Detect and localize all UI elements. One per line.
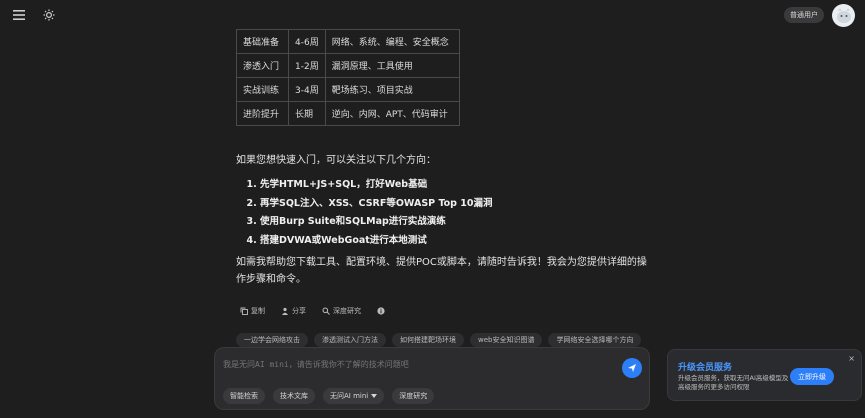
promo-description: 升级会员服务，获取无问AI高级模型及高级服务的更多访问权限 <box>678 374 789 391</box>
input-tools: 智能检索 技术文库 无问AI mini 深度研究 <box>223 388 435 404</box>
table-cell: 靶场练习、项目实战 <box>324 77 460 102</box>
chat-input-box: 智能检索 技术文库 无问AI mini 深度研究 <box>214 347 650 410</box>
user-badge[interactable]: 普通用户 <box>784 7 824 23</box>
table-cell: 渗透入门 <box>236 53 289 78</box>
copy-button[interactable]: 复制 <box>240 306 265 316</box>
table-cell: 1-2周 <box>288 53 326 78</box>
top-bar: 普通用户 <box>0 0 865 30</box>
copy-icon <box>240 307 248 315</box>
suggestion-chip[interactable]: 如何搭建靶场环境 <box>392 333 464 347</box>
list-item: 再学SQL注入、XSS、CSRF等OWASP Top 10漏洞 <box>260 195 656 214</box>
close-icon[interactable]: × <box>848 354 855 363</box>
message-closing: 如需我帮助您下载工具、配置环境、提供POC或脚本，请随时告诉我！我会为您提供详细… <box>236 257 647 285</box>
promo-title: 升级会员服务 <box>678 363 733 373</box>
table-cell: 逆向、内网、APT、代码审计 <box>324 101 460 126</box>
table-cell: 4-6周 <box>288 29 326 54</box>
sun-icon[interactable] <box>40 6 58 24</box>
suggestion-chip[interactable]: 一边学会网络攻击 <box>236 333 308 347</box>
upgrade-promo-card: 升级会员服务 升级会员服务，获取无问AI高级模型及高级服务的更多访问权限 立即升… <box>667 349 862 401</box>
suggestion-chip[interactable]: web安全知识图谱 <box>470 333 543 347</box>
deep-research-label: 深度研究 <box>333 307 361 315</box>
avatar-icon[interactable] <box>832 3 855 27</box>
menu-icon[interactable] <box>10 6 28 24</box>
info-icon[interactable] <box>377 307 385 315</box>
table-cell: 进阶提升 <box>236 101 289 126</box>
table-cell: 3-4周 <box>288 77 326 102</box>
list-item: 先学HTML+JS+SQL，打好Web基础 <box>260 176 656 195</box>
table-cell: 实战训练 <box>236 77 289 102</box>
model-select[interactable]: 无问AI mini <box>323 388 385 404</box>
list-item: 使用Burp Suite和SQLMap进行实战演练 <box>260 213 656 232</box>
suggestion-chip[interactable]: 渗透测试入门方法 <box>314 333 386 347</box>
tech-library-button[interactable]: 技术文库 <box>273 388 315 404</box>
copy-label: 复制 <box>251 307 265 315</box>
steps-list: 先学HTML+JS+SQL，打好Web基础 再学SQL注入、XSS、CSRF等O… <box>236 176 656 250</box>
table-cell: 基础准备 <box>236 29 289 54</box>
send-icon[interactable] <box>622 358 642 378</box>
table-cell: 漏洞原理、工具使用 <box>324 53 460 78</box>
table-row: 进阶提升 长期 逆向、内网、APT、代码审计 <box>236 101 460 126</box>
share-label: 分享 <box>292 307 306 315</box>
model-select-label: 无问AI mini <box>330 392 369 400</box>
table-cell: 网络、系统、编程、安全概念 <box>324 29 460 54</box>
deep-research-button[interactable]: 深度研究 <box>322 306 361 316</box>
table-row: 实战训练 3-4周 靶场练习、项目实战 <box>236 77 460 102</box>
chat-input[interactable] <box>223 360 603 369</box>
share-button[interactable]: 分享 <box>281 306 306 316</box>
suggestion-chip[interactable]: 学网络安全选择哪个方向 <box>548 333 642 347</box>
learning-plan-table: 基础准备 4-6周 网络、系统、编程、安全概念 渗透入门 1-2周 漏洞原理、工… <box>236 29 460 126</box>
smart-search-button[interactable]: 智能检索 <box>223 388 265 404</box>
share-icon <box>282 307 288 315</box>
message-actions: 复制 分享 深度研究 <box>240 306 385 316</box>
table-row: 基础准备 4-6周 网络、系统、编程、安全概念 <box>236 29 460 54</box>
suggestion-chips: 一边学会网络攻击 渗透测试入门方法 如何搭建靶场环境 web安全知识图谱 学网络… <box>236 333 642 347</box>
table-row: 渗透入门 1-2周 漏洞原理、工具使用 <box>236 53 460 78</box>
search-icon <box>322 307 330 315</box>
upgrade-button[interactable]: 立即升级 <box>790 368 834 385</box>
message-intro: 如果您想快速入门，可以关注以下几个方向： <box>236 155 436 166</box>
table-cell: 长期 <box>288 101 326 126</box>
assistant-message: 基础准备 4-6周 网络、系统、编程、安全概念 渗透入门 1-2周 漏洞原理、工… <box>236 29 656 288</box>
deep-research-toggle[interactable]: 深度研究 <box>392 388 435 404</box>
chevron-down-icon <box>371 394 378 398</box>
list-item: 搭建DVWA或WebGoat进行本地测试 <box>260 232 656 251</box>
